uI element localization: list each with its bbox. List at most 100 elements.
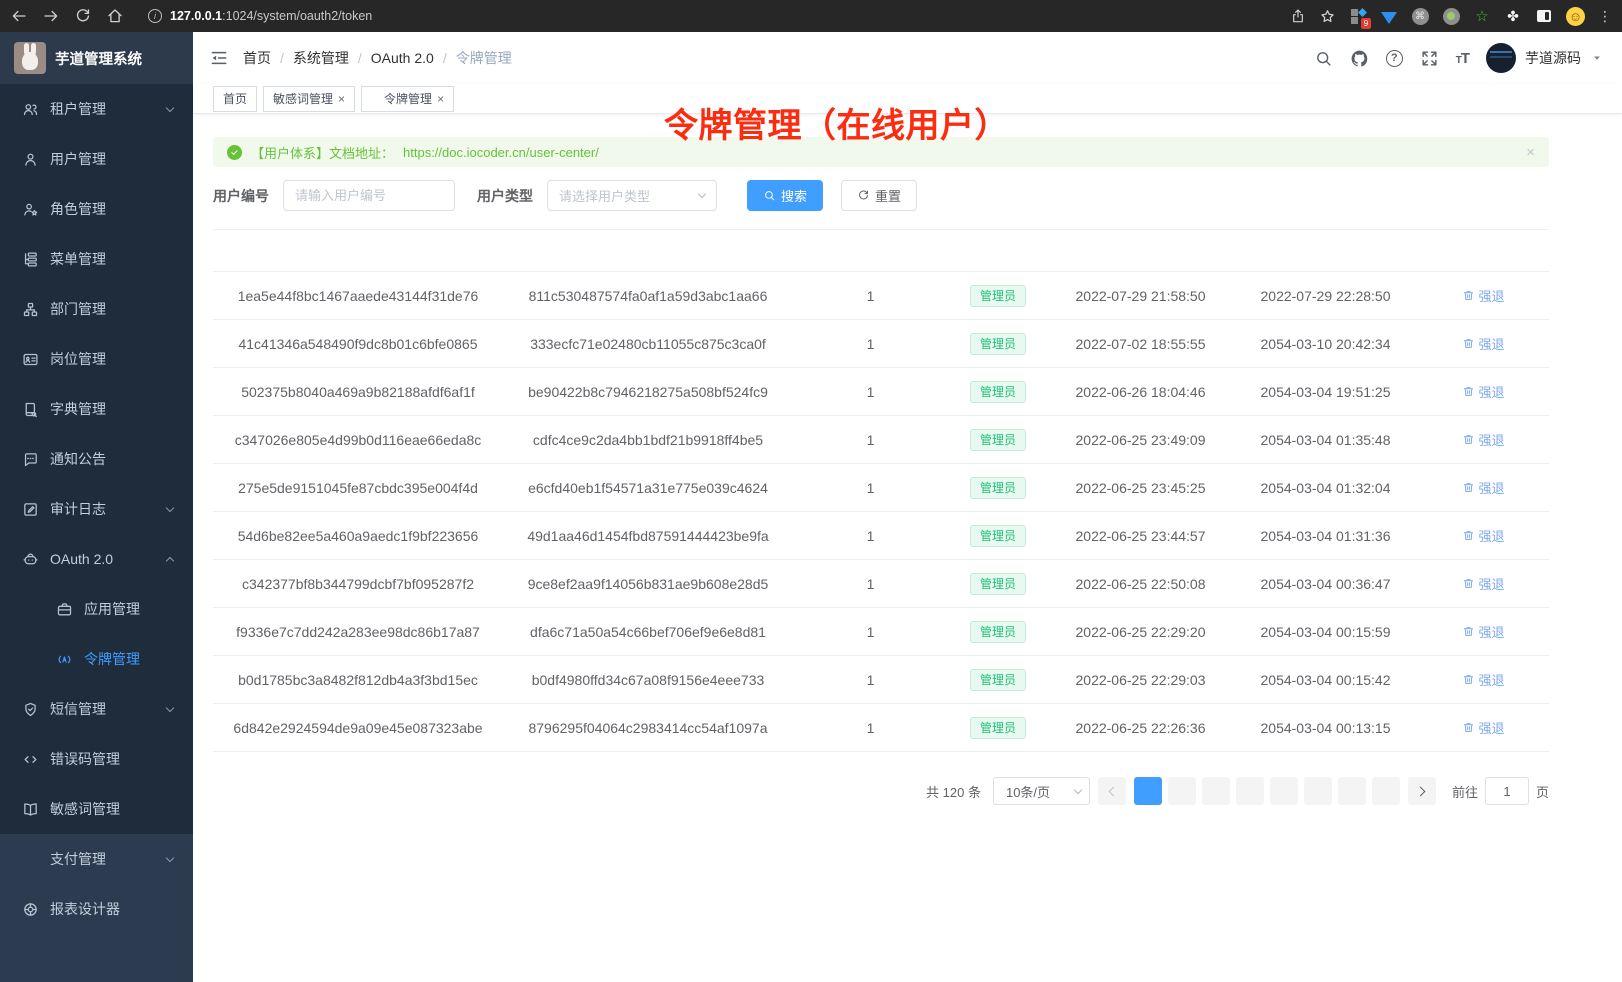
breadcrumb-home[interactable]: 首页 — [243, 48, 271, 68]
page-button[interactable] — [1168, 777, 1196, 805]
breadcrumb-current: 令牌管理 — [456, 48, 512, 68]
token-table: 1ea5e44f8bc1467aaede43144f31de76 811c530… — [213, 229, 1549, 752]
app-logo[interactable]: 芋道管理系统 — [0, 32, 193, 84]
reset-button[interactable]: 重置 — [841, 180, 917, 211]
access-token-cell: b0d1785bc3a8482f812db4a3f3bd15ec — [213, 672, 503, 688]
share-icon[interactable] — [1290, 8, 1306, 24]
browser-menu-icon[interactable]: ⋮ — [1598, 8, 1612, 25]
create-time-cell: 2022-06-25 22:29:03 — [1048, 672, 1233, 688]
command-extension-icon[interactable]: ⌘ — [1411, 7, 1429, 25]
sidebar-item[interactable]: 岗位管理 — [0, 334, 193, 384]
refresh-token-cell: cdfc4ce9c2da4bb1bdf21b9918ff4be5 — [503, 432, 793, 448]
user-id-input[interactable] — [283, 180, 455, 211]
trash-icon — [1462, 433, 1475, 446]
doc-link[interactable]: https://doc.iocoder.cn/user-center/ — [403, 145, 599, 160]
bookmark-star-icon[interactable] — [1319, 8, 1336, 25]
fullscreen-icon[interactable] — [1420, 49, 1439, 68]
extension-grid-icon[interactable]: 9 — [1349, 7, 1367, 25]
browser-profile-avatar[interactable]: ☺ — [1566, 7, 1585, 26]
sidebar-item[interactable]: 字典管理 — [0, 384, 193, 434]
sidebar-item[interactable]: 通知公告 — [0, 434, 193, 484]
page-button[interactable] — [1202, 777, 1230, 805]
sidebar-item[interactable]: 敏感词管理 — [0, 784, 193, 834]
address-bar[interactable]: i 127.0.0.1:1024/system/oauth2/token — [138, 4, 1038, 28]
sidebar-item[interactable]: 应用管理 — [0, 584, 193, 634]
force-logout-button[interactable]: 强退 — [1462, 334, 1504, 353]
goto-page-input[interactable] — [1485, 777, 1529, 805]
recorder-extension-icon[interactable] — [1442, 7, 1460, 25]
create-time-cell: 2022-07-29 21:58:50 — [1048, 288, 1233, 304]
force-logout-button[interactable]: 强退 — [1462, 718, 1504, 737]
sidebar-item[interactable]: 错误码管理 — [0, 734, 193, 784]
sidebar-item[interactable]: 菜单管理 — [0, 234, 193, 284]
prev-page-button[interactable] — [1098, 777, 1126, 805]
sidebar-item[interactable]: OAuth 2.0 — [0, 534, 193, 584]
chevron-down-icon — [698, 190, 706, 198]
sidebar-item[interactable]: 角色管理 — [0, 184, 193, 234]
close-icon[interactable]: × — [338, 92, 345, 106]
username[interactable]: 芋道源码 — [1525, 48, 1581, 68]
breadcrumb-oauth[interactable]: OAuth 2.0 — [371, 50, 434, 66]
help-icon[interactable]: ? — [1386, 50, 1403, 67]
tab-tag[interactable]: 敏感词管理 × — [263, 86, 355, 112]
reload-icon[interactable] — [74, 7, 92, 25]
page-button[interactable] — [1270, 777, 1298, 805]
force-logout-button[interactable]: 强退 — [1462, 670, 1504, 689]
search-button[interactable]: 搜索 — [747, 180, 823, 211]
sidebar-item[interactable]: 报表设计器 — [0, 884, 193, 934]
force-logout-button[interactable]: 强退 — [1462, 286, 1504, 305]
tag-label: 令牌管理 — [384, 90, 432, 107]
sidebar-item[interactable]: 令牌管理 — [0, 634, 193, 684]
sidebar-item-label: 字典管理 — [50, 399, 106, 419]
page-size-select[interactable]: 10条/页 — [993, 777, 1090, 805]
search-icon[interactable] — [1314, 49, 1333, 68]
force-logout-button[interactable]: 强退 — [1462, 574, 1504, 593]
sidebar-item[interactable]: 短信管理 — [0, 684, 193, 734]
user-avatar[interactable] — [1486, 43, 1516, 73]
access-token-cell: 275e5de9151045fe87cbdc395e004f4d — [213, 480, 503, 496]
tab-tag[interactable]: 首页 — [213, 86, 257, 112]
sidebar-item[interactable]: 租户管理 — [0, 84, 193, 134]
create-time-cell: 2022-07-02 18:55:55 — [1048, 336, 1233, 352]
access-token-cell: 1ea5e44f8bc1467aaede43144f31de76 — [213, 288, 503, 304]
user-type-badge: 管理员 — [970, 669, 1026, 691]
site-info-icon[interactable]: i — [148, 9, 162, 23]
sidebar-item[interactable]: 支付管理 — [0, 834, 193, 884]
breadcrumb-system[interactable]: 系统管理 — [293, 48, 349, 68]
chevron-icon — [166, 104, 174, 112]
sidebar-item[interactable]: 用户管理 — [0, 134, 193, 184]
caret-down-icon[interactable] — [1590, 51, 1604, 65]
force-logout-button[interactable]: 强退 — [1462, 478, 1504, 497]
force-logout-button[interactable]: 强退 — [1462, 430, 1504, 449]
font-size-icon[interactable]: TT — [1456, 50, 1469, 67]
user-id-label: 用户编号 — [213, 186, 269, 206]
page-button[interactable] — [1304, 777, 1332, 805]
user-type-select[interactable]: 请选择用户类型 — [547, 180, 717, 211]
forward-icon[interactable] — [42, 7, 60, 25]
chevron-icon — [166, 557, 174, 565]
back-icon[interactable] — [10, 7, 28, 25]
page-button[interactable] — [1338, 777, 1366, 805]
chevron-icon — [166, 504, 174, 512]
force-logout-button[interactable]: 强退 — [1462, 622, 1504, 641]
github-icon[interactable] — [1350, 49, 1369, 68]
home-icon[interactable] — [106, 7, 124, 25]
pinwheel-extension-icon[interactable]: ✤ — [1504, 7, 1522, 25]
search-icon — [763, 189, 776, 202]
page-button[interactable] — [1372, 777, 1400, 805]
gem-extension-icon[interactable] — [1380, 7, 1398, 25]
sidebar-item[interactable]: 部门管理 — [0, 284, 193, 334]
star-extension-icon[interactable]: ☆ — [1473, 7, 1491, 25]
force-logout-button[interactable]: 强退 — [1462, 526, 1504, 545]
close-icon[interactable]: × — [437, 92, 444, 106]
tab-tag[interactable]: 令牌管理 × — [361, 86, 454, 112]
alert-close-icon[interactable]: × — [1526, 144, 1535, 161]
page-button[interactable] — [1134, 777, 1162, 805]
sidebar-item[interactable]: 审计日志 — [0, 484, 193, 534]
collapse-sidebar-icon[interactable] — [209, 48, 229, 68]
sidepanel-icon[interactable] — [1535, 7, 1553, 25]
page-button[interactable] — [1236, 777, 1264, 805]
expire-time-cell: 2054-03-04 01:31:36 — [1233, 528, 1418, 544]
next-page-button[interactable] — [1408, 777, 1436, 805]
force-logout-button[interactable]: 强退 — [1462, 382, 1504, 401]
